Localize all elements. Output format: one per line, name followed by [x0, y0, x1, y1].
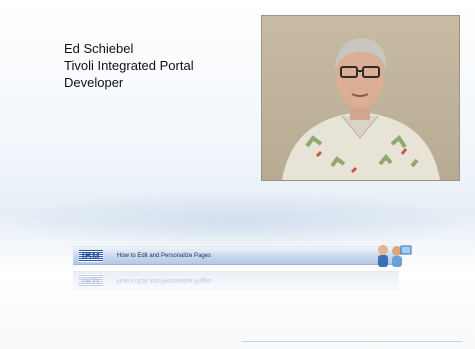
- ibm-logo: IBM: [79, 249, 103, 262]
- bottom-divider: [242, 341, 462, 342]
- speaker-name: Ed Schiebel: [64, 41, 134, 56]
- speaker-role: Developer: [64, 75, 124, 90]
- decorative-people-icon: [378, 245, 412, 267]
- title-banner: IBM How to Edit and Personalize Pages: [73, 245, 412, 267]
- banner-title: How to Edit and Personalize Pages: [117, 252, 212, 259]
- speaker-product: Tivoli Integrated Portal: [64, 58, 194, 73]
- speaker-caption: Ed Schiebel Tivoli Integrated Portal Dev…: [64, 40, 244, 91]
- background-glow: [0, 190, 475, 250]
- reflected-banner-title: How to Edit and Personalize Pages: [117, 277, 212, 284]
- video-slide-screen: { "speaker": { "name": "Ed Schiebel", "p…: [0, 0, 475, 349]
- speaker-video: [261, 15, 460, 181]
- title-banner-reflection: IBM How to Edit and Personalize Pages: [73, 271, 399, 290]
- reflected-banner: IBM How to Edit and Personalize Pages: [73, 271, 399, 290]
- presenter-image: [262, 16, 459, 180]
- reflected-ibm-logo: IBM: [79, 274, 103, 287]
